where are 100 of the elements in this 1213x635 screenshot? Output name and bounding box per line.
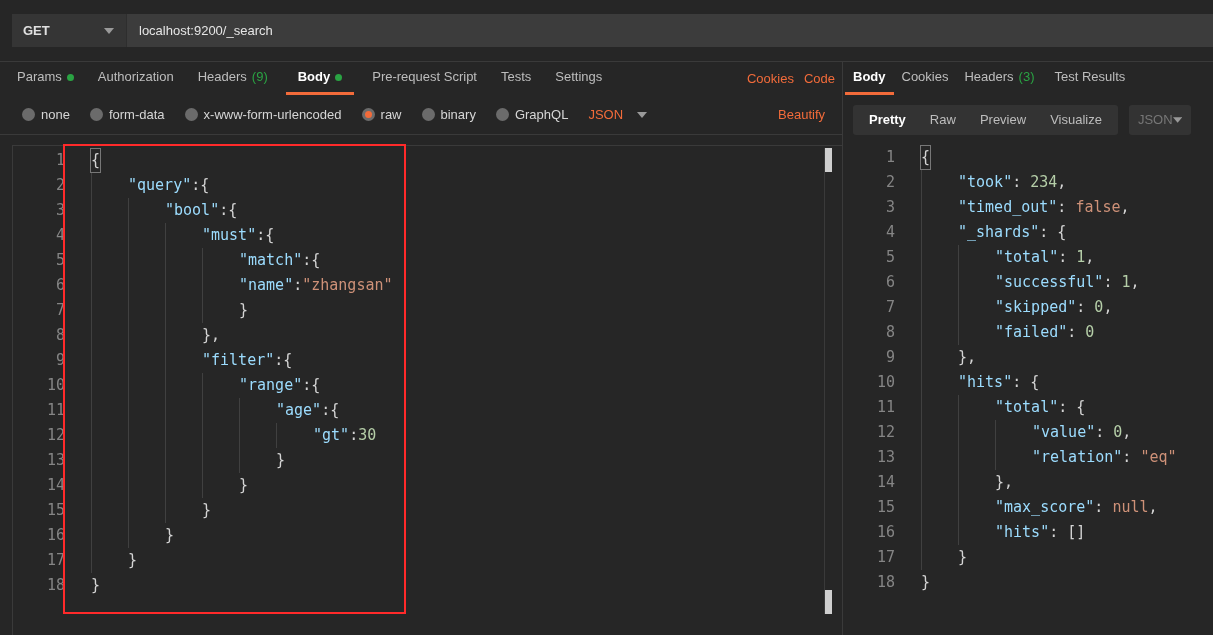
line-number: 16 [875,522,896,544]
request-tab[interactable]: Params [5,62,86,95]
code-token: : [1012,172,1023,194]
line-number: 12 [875,422,896,444]
code-token: { [921,146,931,169]
method-dropdown[interactable]: GET [12,14,127,47]
radio-button[interactable] [495,108,509,121]
code-token: : [1076,297,1087,319]
code-token: "eq" [1140,447,1177,469]
code-token: 1 [1076,247,1086,269]
radio-label[interactable]: x-www-form-urlencoded [203,104,342,125]
view-mode-tab[interactable]: Preview [967,105,1039,135]
code-token: :{ [219,200,238,222]
radio-label[interactable]: none [41,104,70,125]
code-token: 0 [1113,422,1123,444]
caret-icon [104,27,114,34]
code-token: "must" [202,225,257,247]
response-tab[interactable]: Test Results [1046,62,1134,95]
line-number: 11 [45,400,66,422]
header-link[interactable]: Code [803,68,835,89]
line-number: 7 [884,297,896,319]
line-number: 1 [54,150,66,172]
request-tab[interactable]: Body [285,62,355,95]
code-token: "match" [239,250,303,272]
code-token: 0 [1085,322,1095,344]
request-tab[interactable]: Settings [543,62,615,95]
code-token: } [165,525,175,547]
radio-label[interactable]: binary [440,104,476,125]
code-token: "query" [128,175,192,197]
code-token: "name" [239,275,294,297]
view-mode-tab[interactable]: Raw [917,105,968,135]
code-token: , [1057,172,1067,194]
request-tab[interactable]: Pre-request Script [360,62,489,95]
code-token: : { [1058,397,1086,419]
code-token: "successful" [995,272,1104,294]
radio-button[interactable] [421,108,435,121]
request-tab[interactable]: Headers (9) [185,62,280,95]
line-number: 1 [884,147,896,169]
code-token: } [276,450,286,472]
radio-button[interactable] [184,108,198,121]
code-token: :{ [302,250,321,272]
radio-button[interactable] [89,108,103,121]
code-token: :{ [321,400,340,422]
caret-icon [1172,117,1182,123]
code-token: : [1067,322,1078,344]
line-number: 12 [45,425,66,447]
code-token: : [1122,447,1133,469]
code-token: "relation" [1032,447,1123,469]
code-token: "value" [1032,422,1096,444]
line-number: 14 [875,472,896,494]
beautify-link[interactable]: Beautify [778,104,825,125]
code-token: :{ [191,175,210,197]
line-number: 6 [884,272,896,294]
code-token: : [1094,497,1105,519]
code-token: "bool" [165,200,220,222]
code-token: } [202,500,212,522]
response-tab[interactable]: Headers (3) [956,62,1043,95]
code-token: "gt" [313,425,350,447]
code-token: : [349,425,359,447]
line-number: 8 [884,322,896,344]
code-token: : [1103,272,1114,294]
radio-button[interactable] [361,108,375,121]
radio-label[interactable]: GraphQL [514,104,569,125]
response-tab[interactable]: Cookies [893,62,957,95]
line-number: 14 [45,475,66,497]
code-token: , [1120,197,1130,219]
code-token: 30 [358,425,377,447]
code-token: : [] [1049,522,1086,544]
radio-button[interactable] [22,108,35,121]
code-token: : [1095,422,1106,444]
code-token: } [958,547,968,569]
line-number: 17 [875,547,896,569]
view-mode-tab[interactable]: Visualize [1038,105,1114,135]
code-token: , [1122,422,1132,444]
line-number: 9 [884,347,896,369]
code-token: 0 [1094,297,1104,319]
request-tab[interactable]: Authorization [85,62,186,95]
radio-label[interactable]: raw [380,104,402,125]
code-token: : { [1039,222,1067,244]
code-token: : [293,275,303,297]
code-token: , [1130,272,1140,294]
url-field[interactable]: localhost:9200/_search [127,14,1213,47]
code-token: "max_score" [995,497,1095,519]
code-token: }, [958,347,977,369]
line-number: 4 [884,222,896,244]
code-token: null [1112,497,1149,519]
header-link[interactable]: Cookies [746,68,794,89]
view-mode-tab[interactable]: Pretty [857,105,918,135]
code-token: :{ [274,350,293,372]
caret-icon [637,111,648,118]
code-token: "filter" [202,350,275,372]
line-number: 11 [875,397,896,419]
code-token: } [91,575,101,597]
code-token: 1 [1121,272,1131,294]
request-tab[interactable]: Tests [489,62,544,95]
line-number: 17 [45,550,66,572]
radio-label[interactable]: form-data [108,104,165,125]
code-token: } [128,550,138,572]
format-dropdown[interactable]: JSON [588,104,648,125]
response-tab[interactable]: Body [845,62,894,95]
